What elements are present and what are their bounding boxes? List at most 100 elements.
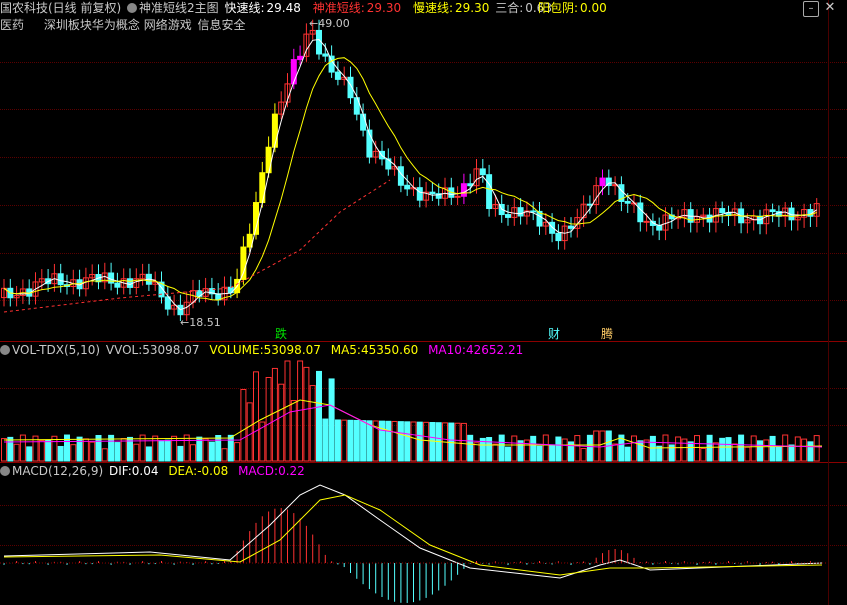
slow-line (3, 57, 817, 301)
candle-body (328, 55, 335, 73)
vvol-label: VVOL: (105, 343, 143, 357)
minimize-icon[interactable]: – (803, 1, 819, 17)
concept-item[interactable]: 信息安全 (198, 18, 246, 32)
candle-body (637, 202, 644, 223)
volume-bar (82, 438, 89, 462)
volume-bar (738, 434, 745, 462)
volume-bar (593, 430, 600, 462)
volume-bar (656, 445, 663, 462)
volume-bar (404, 421, 411, 462)
candle-body (505, 214, 511, 218)
ma10-label: MA10: (428, 343, 466, 357)
die-marker[interactable]: 跌 (275, 325, 287, 342)
macd-header: MACD(12,26,9) DIF:0.04 DEA:-0.08 MACD:0.… (0, 463, 307, 479)
volume-bar (511, 435, 518, 462)
vol-name[interactable]: VOL-TDX(5,10) (12, 343, 100, 357)
volume-bar (253, 371, 259, 462)
volume-bar (391, 420, 398, 462)
volume-bar (57, 445, 64, 462)
volume-bar (133, 443, 140, 462)
indicator-name[interactable]: 神准短线2主图 (139, 1, 219, 15)
dea-value: -0.08 (197, 464, 229, 478)
vvol-value: 53098.07 (142, 343, 200, 357)
volume-bar (145, 446, 152, 462)
volume-bar (498, 434, 505, 462)
volume-bar (782, 434, 789, 462)
candle-body (568, 225, 574, 229)
volume-bar (794, 436, 801, 462)
volume-bar (215, 435, 222, 462)
concepts-row: 医药 深圳板块华为概念 网络游戏 信息安全 (0, 17, 248, 33)
volume-bar (227, 434, 234, 462)
volume-bar (706, 434, 713, 462)
candle-body (643, 220, 650, 223)
sanhe-label: 三合: (495, 1, 524, 15)
volume-bar (183, 434, 190, 462)
cai-marker[interactable]: 财 (548, 325, 560, 342)
concept-item[interactable]: 深圳板块 (44, 18, 92, 32)
concept-item[interactable]: 华为概念 (92, 18, 140, 32)
candle-body (240, 246, 247, 280)
volume-bar (221, 448, 228, 462)
volume-bar (171, 435, 178, 462)
volume-bar (234, 442, 241, 462)
candle-body (416, 187, 423, 201)
volume-bar (612, 443, 619, 462)
stock-title[interactable]: 国农科技(日线 前复权) (0, 1, 121, 15)
candle-body (555, 232, 562, 242)
volume-bar (700, 447, 707, 462)
candle-body (404, 184, 411, 190)
volume-bar (379, 420, 385, 462)
volume-bar (76, 436, 83, 462)
concept-item[interactable]: 网络游戏 (144, 18, 192, 32)
candle-body (297, 55, 304, 61)
volume-bar (7, 436, 14, 462)
volume-bar (574, 435, 581, 462)
candle-body (114, 282, 121, 288)
volume-bar (750, 435, 757, 462)
volume-bar (19, 434, 26, 462)
volume-bar (549, 444, 556, 462)
candle-body (429, 191, 436, 195)
fast-label: 快速线: (224, 1, 265, 15)
volume-bar (265, 376, 272, 462)
volume-bar (694, 435, 700, 462)
volume-bar (460, 422, 467, 462)
low-price-value: 18.51 (189, 316, 221, 329)
close-icon[interactable]: ✕ (823, 1, 837, 15)
candle-body (127, 278, 133, 288)
circle-icon[interactable] (0, 466, 10, 476)
volume-bar (177, 445, 184, 462)
volume-bar (416, 421, 423, 462)
volume-bar (429, 422, 436, 462)
volume-bar (649, 435, 656, 462)
volume-bar (208, 441, 215, 462)
volume-bar (341, 419, 348, 462)
candle-body (599, 177, 606, 187)
volume-bar (631, 435, 637, 462)
candle-body (719, 208, 726, 214)
volume-bar (757, 440, 763, 462)
candle-body (360, 113, 367, 131)
volume-bar (580, 448, 587, 462)
volume-bar (64, 434, 70, 462)
dif-label: DIF: (108, 464, 132, 478)
teng-marker[interactable]: 腾 (601, 325, 613, 342)
macd-name[interactable]: MACD(12,26,9) (12, 464, 103, 478)
concept-item[interactable]: 医药 (0, 18, 24, 32)
volume-bar (271, 367, 278, 462)
volume-bar (624, 446, 631, 462)
volume-bar (101, 448, 108, 462)
volume-bar (360, 420, 367, 462)
circle-icon[interactable] (0, 345, 10, 355)
volume-bar (347, 419, 354, 462)
slow-label: 慢速线: (412, 1, 453, 15)
volume-bar (486, 437, 493, 462)
shen-value: 29.30 (366, 1, 402, 15)
fast-line (3, 38, 817, 311)
shen-label: 神准短线: (312, 1, 365, 15)
volume-bar (788, 444, 795, 462)
yang-value: 0.00 (580, 1, 607, 15)
high-price-label: ←49.00 (309, 17, 350, 30)
circle-icon[interactable] (127, 3, 138, 13)
